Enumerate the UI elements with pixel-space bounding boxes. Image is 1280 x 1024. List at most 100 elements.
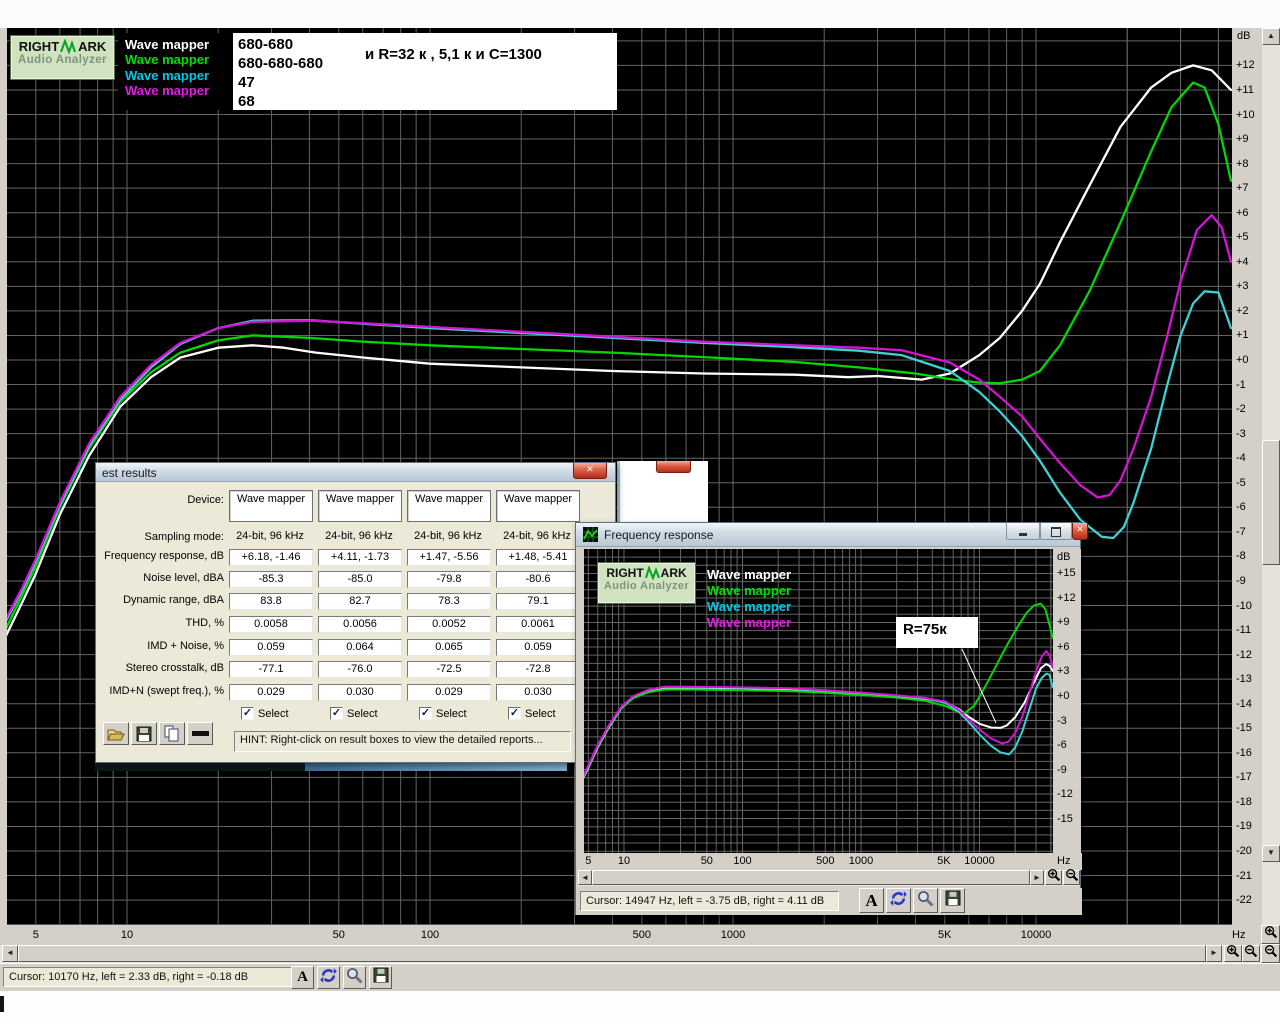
fr-horizontal-scrollbar[interactable]: ◄ ► bbox=[578, 868, 1080, 886]
close-button[interactable]: ✕ bbox=[573, 463, 607, 479]
frequency-response-titlebar[interactable]: Frequency response ✕ bbox=[576, 523, 1088, 547]
scroll-down-button[interactable]: ▼ bbox=[1262, 845, 1280, 862]
horizontal-zoom-out-button[interactable] bbox=[1242, 944, 1260, 963]
scroll-up-button[interactable]: ▲ bbox=[1262, 28, 1280, 45]
detail-zoom-button[interactable] bbox=[343, 966, 366, 989]
device-box[interactable]: Wave mapper bbox=[318, 490, 402, 522]
test-results-titlebar[interactable]: est results ✕ bbox=[96, 463, 615, 482]
result-box[interactable]: -76.0 bbox=[318, 661, 402, 678]
result-box[interactable]: -77.1 bbox=[229, 661, 313, 678]
result-box[interactable]: 78.3 bbox=[407, 593, 491, 610]
refresh-button[interactable] bbox=[886, 888, 911, 913]
vertical-zoom-in-button[interactable] bbox=[1261, 925, 1280, 944]
main-x-axis-unit: Hz bbox=[1232, 929, 1246, 941]
result-box[interactable]: 0.029 bbox=[407, 684, 491, 701]
horizontal-scroll-thumb[interactable] bbox=[18, 945, 1206, 962]
result-box[interactable]: +4.11, -1.73 bbox=[318, 549, 402, 566]
result-box[interactable]: 79.1 bbox=[496, 593, 580, 610]
device-box[interactable]: Wave mapper bbox=[229, 490, 313, 522]
main-vertical-scrollbar[interactable]: ▲ ▼ bbox=[1262, 28, 1280, 925]
copy-button[interactable] bbox=[159, 722, 185, 745]
y-tick: -12 bbox=[1057, 788, 1073, 801]
vertical-zoom-out-button[interactable] bbox=[1261, 944, 1280, 963]
result-box[interactable]: +6.18, -1.46 bbox=[229, 549, 313, 566]
result-box[interactable]: 0.059 bbox=[229, 639, 313, 656]
scroll-left-button[interactable]: ◄ bbox=[578, 870, 592, 885]
result-box[interactable]: 0.029 bbox=[229, 684, 313, 701]
detail-zoom-button[interactable] bbox=[913, 888, 938, 913]
result-box[interactable]: 0.064 bbox=[318, 639, 402, 656]
rightmark-audio-analyzer-screen: RIGHT ARK Audio Analyzer Wave mapper Wave… bbox=[0, 0, 1280, 1024]
close-button[interactable] bbox=[656, 461, 691, 473]
result-box[interactable]: -72.5 bbox=[407, 661, 491, 678]
save-results-button[interactable] bbox=[131, 722, 157, 745]
open-button[interactable] bbox=[103, 722, 129, 745]
zoom-in-icon bbox=[1226, 944, 1240, 963]
scroll-right-button[interactable]: ► bbox=[1030, 870, 1044, 885]
y-tick: -4 bbox=[1236, 452, 1246, 465]
save-button[interactable] bbox=[369, 966, 392, 989]
refresh-button[interactable] bbox=[317, 966, 340, 989]
waveform-icon bbox=[60, 39, 77, 54]
y-tick: +12 bbox=[1236, 59, 1255, 72]
test-results-hint: HINT: Right-click on result boxes to vie… bbox=[234, 731, 571, 752]
result-box[interactable]: 0.0056 bbox=[318, 616, 402, 633]
result-box[interactable]: 0.030 bbox=[318, 684, 402, 701]
font-icon: A bbox=[297, 969, 308, 985]
save-button[interactable] bbox=[940, 888, 965, 913]
frequency-response-window: Frequency response ✕ RIGHT ARK Audio Ana… bbox=[575, 522, 1088, 915]
result-box[interactable]: -79.8 bbox=[407, 571, 491, 588]
select-checkbox[interactable]: ✓ bbox=[508, 707, 521, 720]
result-box[interactable]: +1.47, -5.56 bbox=[407, 549, 491, 566]
y-tick: +3 bbox=[1236, 280, 1249, 293]
result-box[interactable]: -72.8 bbox=[496, 661, 580, 678]
y-tick: -11 bbox=[1236, 624, 1252, 637]
zoom-out-icon bbox=[1244, 944, 1258, 963]
select-checkbox[interactable]: ✓ bbox=[419, 707, 432, 720]
main-horizontal-scrollbar[interactable]: ◄ ► bbox=[0, 944, 1261, 963]
vertical-scroll-thumb[interactable] bbox=[1262, 440, 1280, 565]
font-button[interactable]: A bbox=[859, 888, 884, 913]
select-checkbox-cell[interactable]: ✓ Select bbox=[330, 707, 378, 720]
x-tick: 10 bbox=[617, 855, 631, 867]
device-box[interactable]: Wave mapper bbox=[407, 490, 491, 522]
result-box[interactable]: +1.48, -5.41 bbox=[496, 549, 580, 566]
device-box[interactable]: Wave mapper bbox=[496, 490, 580, 522]
font-button[interactable]: A bbox=[291, 966, 314, 989]
select-checkbox-cell[interactable]: ✓ Select bbox=[508, 707, 556, 720]
fr-zoom-in-button[interactable] bbox=[1045, 868, 1062, 885]
result-box[interactable]: 0.030 bbox=[496, 684, 580, 701]
result-box[interactable]: -85.3 bbox=[229, 571, 313, 588]
scroll-left-button[interactable]: ◄ bbox=[2, 945, 18, 962]
horizontal-zoom-in-button[interactable] bbox=[1224, 944, 1242, 963]
sampling-mode-value: 24-bit, 96 kHz bbox=[236, 530, 304, 542]
refresh-icon bbox=[890, 890, 907, 912]
result-box[interactable]: 0.065 bbox=[407, 639, 491, 656]
result-box[interactable]: -80.6 bbox=[496, 571, 580, 588]
fr-zoom-out-button[interactable] bbox=[1063, 868, 1080, 885]
logo-right-text: RIGHT bbox=[606, 566, 644, 580]
y-tick: +12 bbox=[1057, 591, 1076, 604]
minimize-button[interactable] bbox=[1006, 523, 1040, 540]
close-button[interactable]: ✕ bbox=[1072, 523, 1088, 540]
select-checkbox-cell[interactable]: ✓ Select bbox=[419, 707, 467, 720]
result-box[interactable]: 0.0058 bbox=[229, 616, 313, 633]
row-label: Device: bbox=[187, 494, 224, 506]
scroll-right-button[interactable]: ► bbox=[1206, 945, 1222, 962]
result-box[interactable]: 0.0061 bbox=[496, 616, 580, 633]
y-tick: +0 bbox=[1057, 690, 1070, 702]
series-wave-mapper bbox=[584, 663, 1053, 779]
result-box[interactable]: -85.0 bbox=[318, 571, 402, 588]
result-box[interactable]: 83.8 bbox=[229, 593, 313, 610]
maximize-button[interactable] bbox=[1040, 523, 1072, 540]
select-checkbox[interactable]: ✓ bbox=[330, 707, 343, 720]
select-checkbox[interactable]: ✓ bbox=[241, 707, 254, 720]
select-checkbox-cell[interactable]: ✓ Select bbox=[241, 707, 289, 720]
result-box[interactable]: 0.0052 bbox=[407, 616, 491, 633]
save-icon bbox=[136, 726, 152, 741]
fr-x-axis-unit: Hz bbox=[1057, 855, 1071, 867]
result-box[interactable]: 0.059 bbox=[496, 639, 580, 656]
fr-scroll-thumb[interactable] bbox=[592, 870, 1030, 885]
result-box[interactable]: 82.7 bbox=[318, 593, 402, 610]
remove-button[interactable] bbox=[187, 722, 213, 745]
